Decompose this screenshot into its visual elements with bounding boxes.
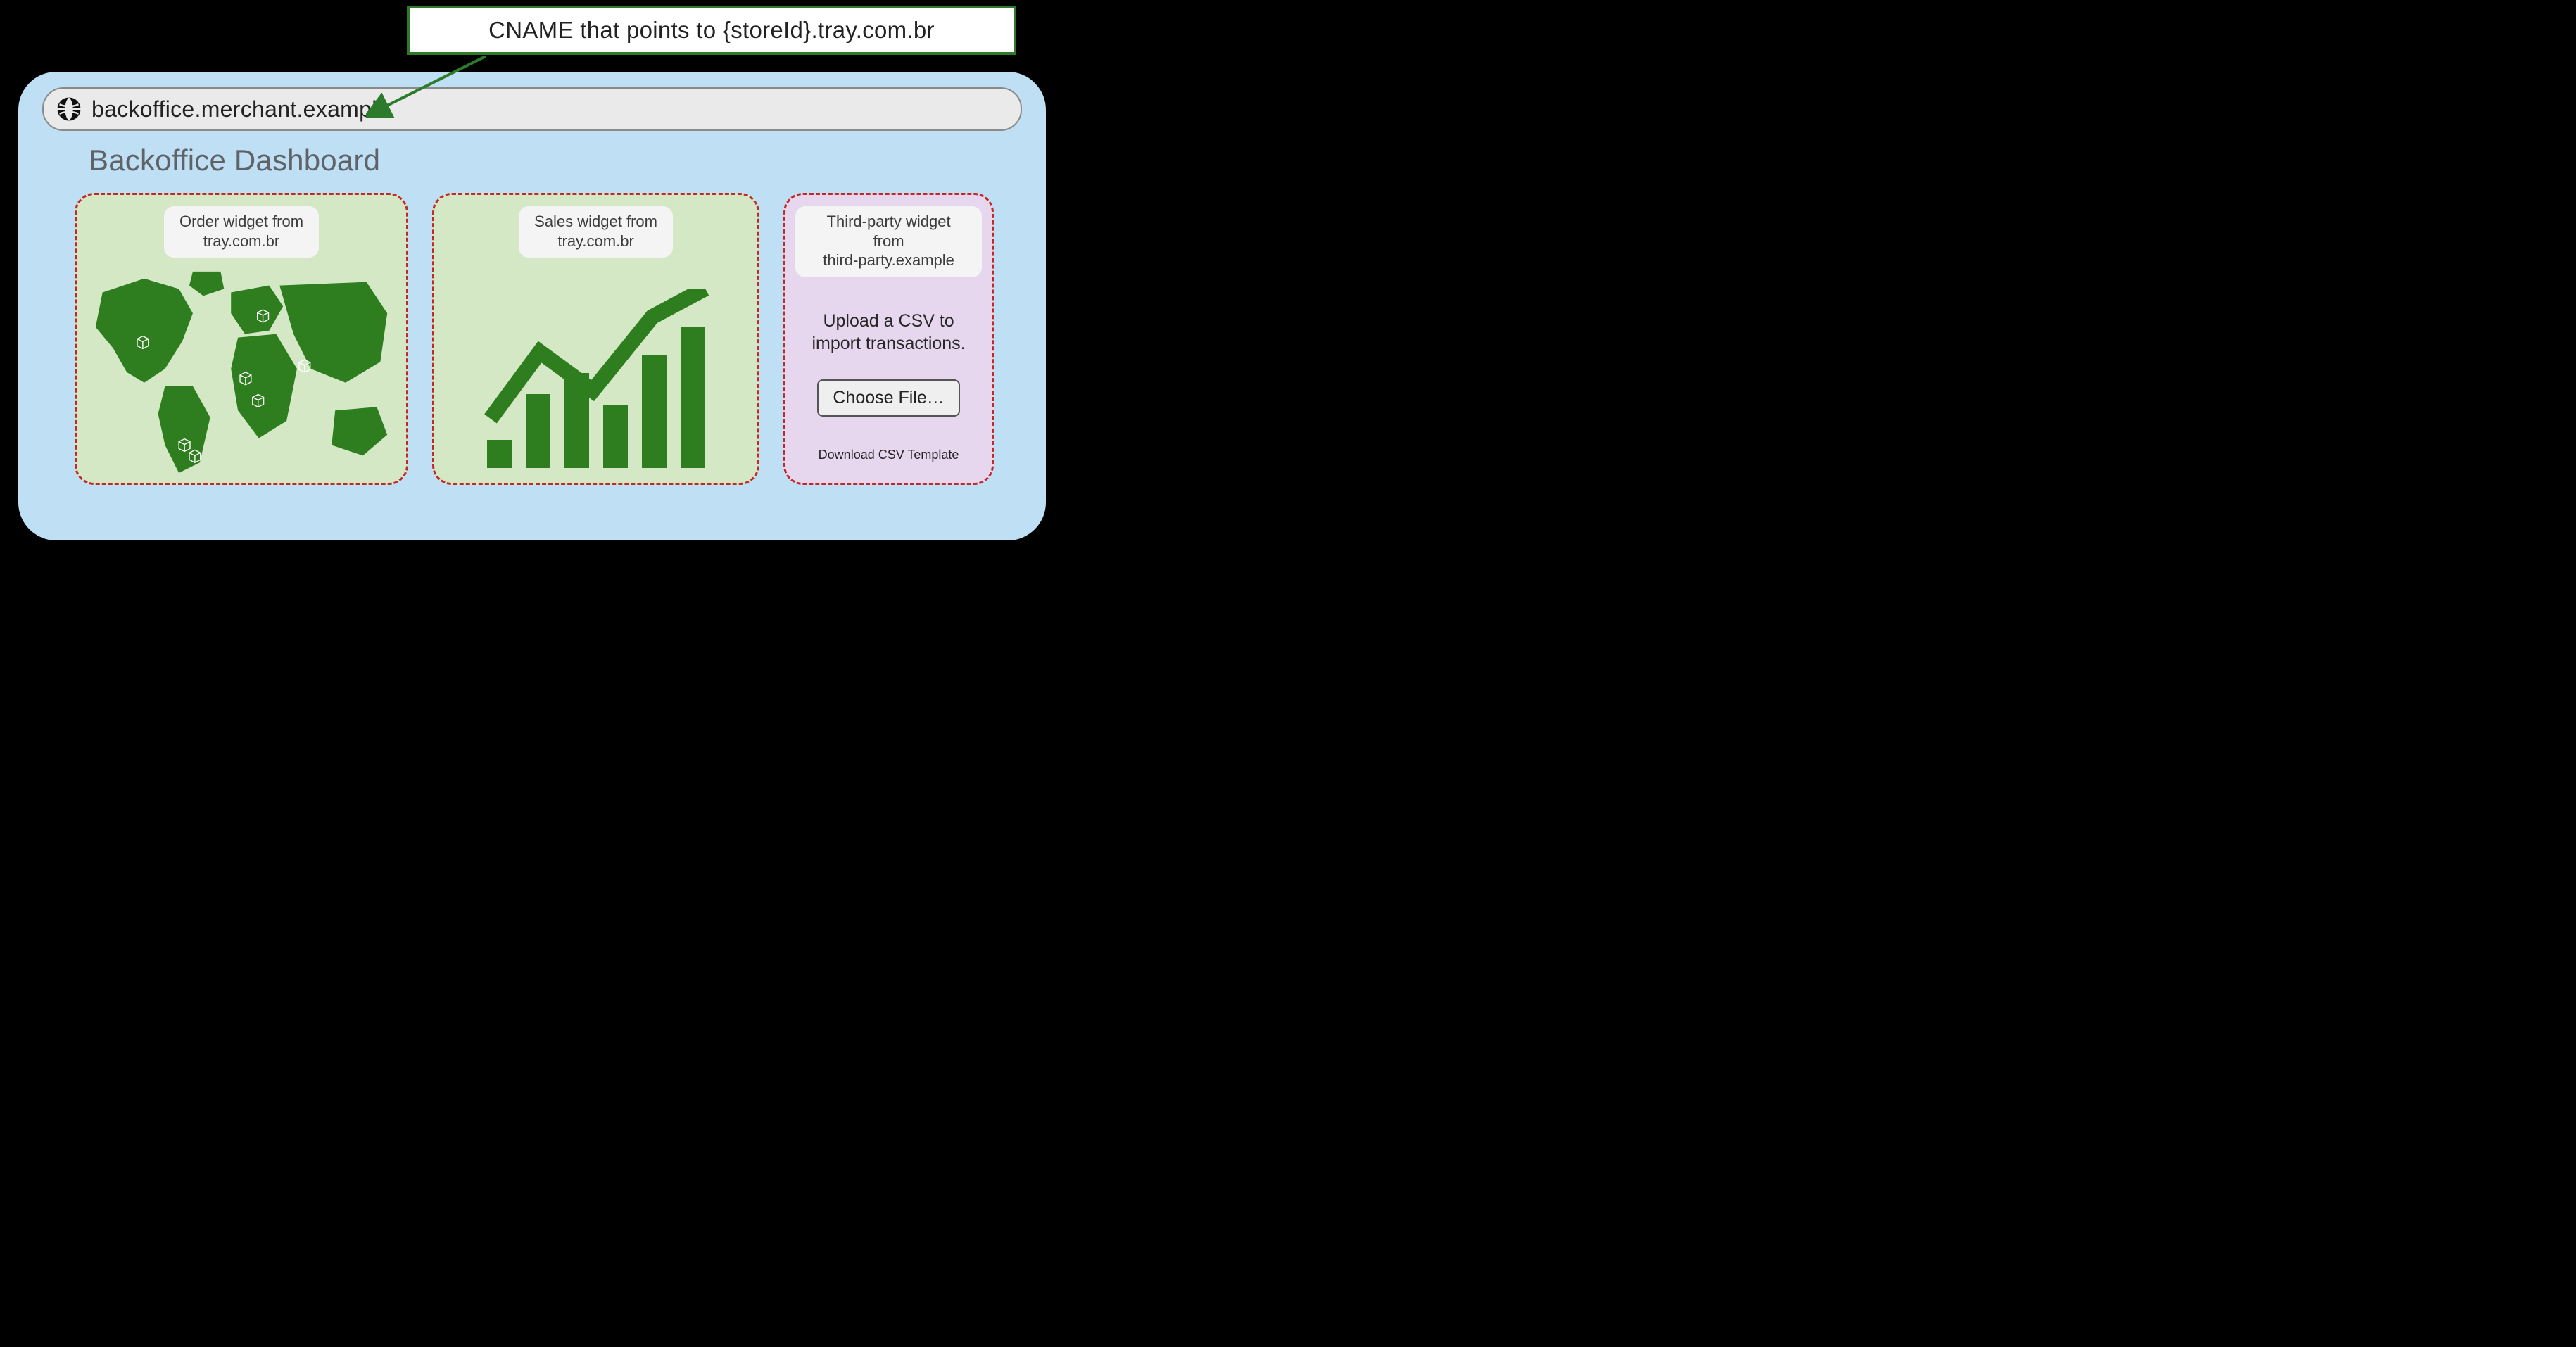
address-bar-url: backoffice.merchant.example (91, 96, 390, 122)
order-widget: Order widget from tray.com.br (75, 193, 408, 485)
third-party-widget-label: Third-party widget from third-party.exam… (795, 206, 982, 277)
browser-window: backoffice.merchant.example Backoffice D… (14, 68, 1050, 545)
globe-icon (56, 96, 82, 122)
upload-instructions: Upload a CSV to import transactions. (812, 310, 966, 355)
page-title: Backoffice Dashboard (89, 144, 1022, 177)
order-widget-label: Order widget from tray.com.br (164, 206, 319, 258)
cname-callout-text: CNAME that points to {storeId}.tray.com.… (488, 17, 935, 44)
cname-callout: CNAME that points to {storeId}.tray.com.… (407, 6, 1016, 55)
download-csv-template-link[interactable]: Download CSV Template (819, 448, 959, 462)
sales-widget: Sales widget from tray.com.br (432, 193, 759, 485)
sales-chart-icon (480, 289, 712, 468)
world-map-icon (87, 265, 396, 473)
choose-file-button[interactable]: Choose File… (817, 379, 959, 417)
widgets-row: Order widget from tray.com.br (42, 193, 1022, 485)
third-party-widget: Third-party widget from third-party.exam… (783, 193, 994, 485)
sales-widget-label: Sales widget from tray.com.br (519, 206, 673, 258)
address-bar[interactable]: backoffice.merchant.example (42, 87, 1022, 131)
